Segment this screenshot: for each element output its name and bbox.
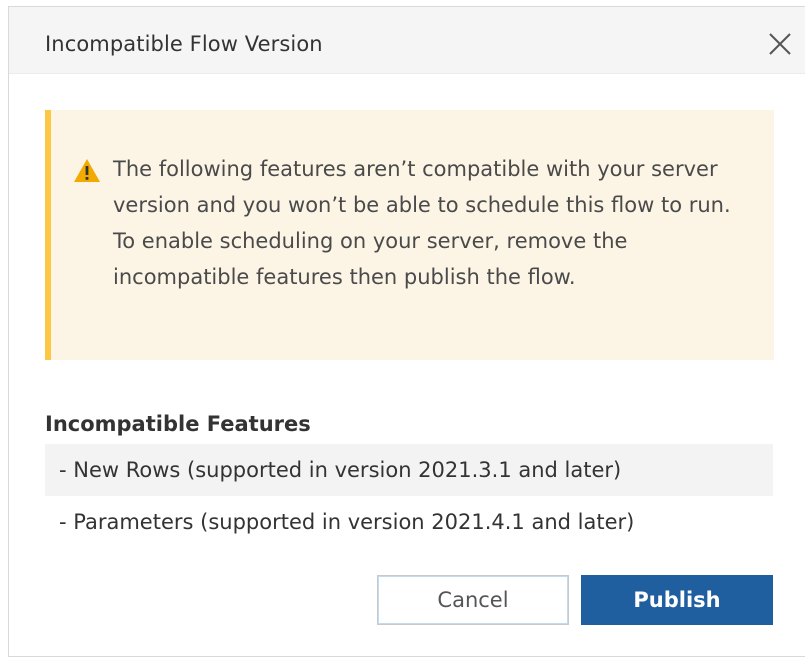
- warning-icon: [73, 158, 101, 184]
- warning-banner: The following features aren’t compatible…: [45, 110, 774, 360]
- publish-button[interactable]: Publish: [581, 575, 773, 625]
- close-icon[interactable]: [765, 29, 795, 59]
- cancel-button[interactable]: Cancel: [377, 575, 569, 625]
- incompatible-flow-dialog: Incompatible Flow Version The following …: [8, 6, 805, 657]
- dialog-titlebar: Incompatible Flow Version: [9, 7, 805, 74]
- features-heading: Incompatible Features: [45, 412, 311, 436]
- warning-message: The following features aren’t compatible…: [113, 157, 731, 289]
- dialog-title: Incompatible Flow Version: [45, 32, 323, 56]
- list-item: - Parameters (supported in version 2021.…: [59, 510, 635, 534]
- list-item: - New Rows (supported in version 2021.3.…: [45, 444, 773, 496]
